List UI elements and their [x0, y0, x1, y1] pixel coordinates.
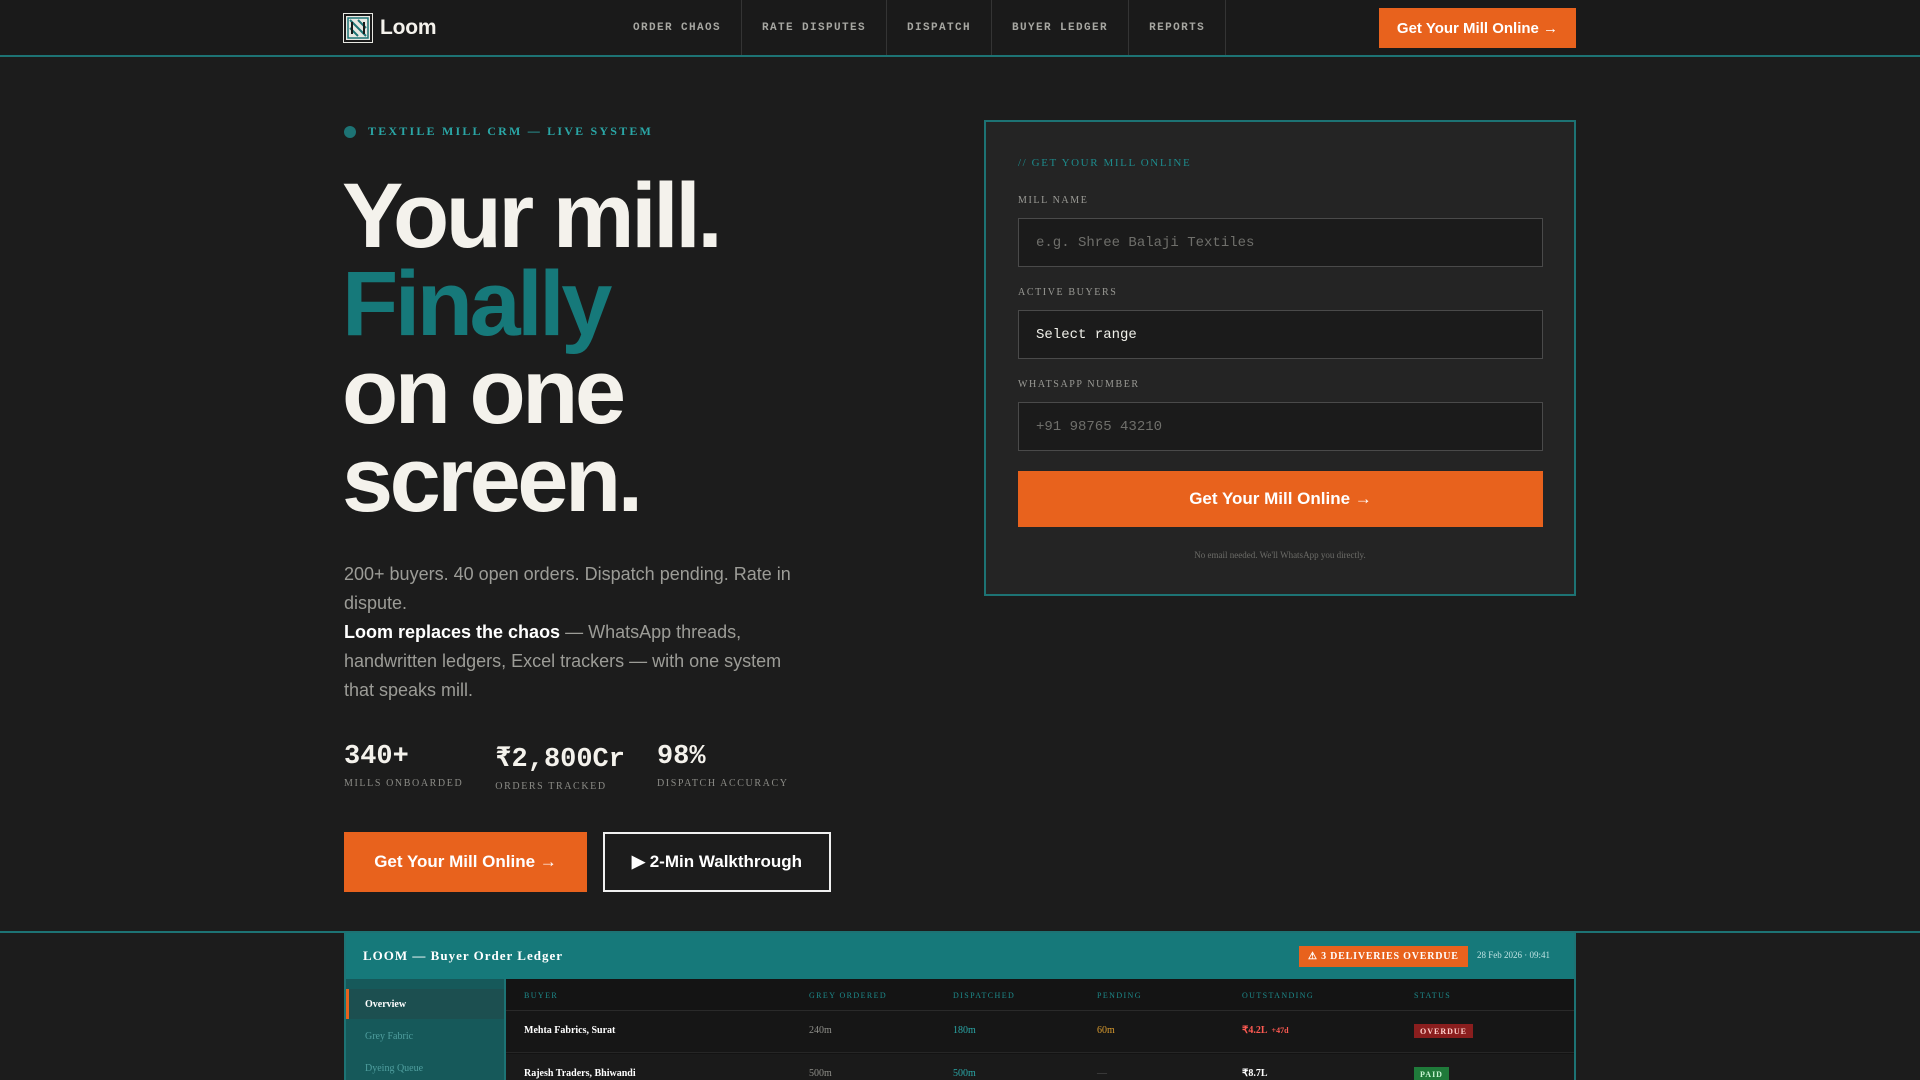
cell-pending: 60m [1097, 1025, 1115, 1036]
cell-buyer: Rajesh Traders, Bhiwandi [524, 1068, 636, 1079]
overdue-age: +47d [1271, 1026, 1289, 1035]
logo[interactable]: Loom [343, 13, 437, 43]
ledger-header: LOOM — Buyer Order Ledger ⚠ 3 DELIVERIES… [346, 933, 1574, 979]
sidebar-item-grey-fabric[interactable]: Grey Fabric [346, 1021, 504, 1051]
ledger-table-header: BUYER GREY ORDERED DISPATCHED PENDING OU… [506, 979, 1574, 1011]
stat-label: ORDERS TRACKED [495, 781, 607, 792]
nav-cta-button[interactable]: Get Your Mill Online → [1379, 8, 1576, 48]
column-header-grey-ordered: GREY ORDERED [809, 991, 888, 1000]
table-row[interactable]: Rajesh Traders, Bhiwandi 500m 500m — ₹8.… [506, 1054, 1574, 1080]
ledger-timestamp: 28 Feb 2026 · 09:41 [1477, 950, 1550, 960]
stat-mills: 340+ MILLS ONBOARDED [344, 742, 463, 792]
column-header-outstanding: OUTSTANDING [1242, 991, 1315, 1000]
status-badge: PAID [1414, 1067, 1449, 1080]
loom-logo-icon [343, 13, 373, 43]
cell-outstanding: ₹8.7L [1242, 1068, 1268, 1079]
ledger-title: LOOM — Buyer Order Ledger [363, 948, 563, 963]
headline-accent: Finally [342, 253, 612, 355]
nav-links: ORDER CHAOS RATE DISPUTES DISPATCH BUYER… [613, 0, 1227, 55]
active-buyers-label: ACTIVE BUYERS [1018, 287, 1118, 298]
column-header-pending: PENDING [1097, 991, 1142, 1000]
column-header-buyer: BUYER [524, 991, 559, 1000]
signup-form: // GET YOUR MILL ONLINE MILL NAME ACTIVE… [984, 120, 1576, 596]
mill-name-label: MILL NAME [1018, 195, 1089, 206]
live-dot-icon [344, 125, 356, 138]
stat-label: DISPATCH ACCURACY [656, 778, 789, 789]
stat-accuracy: 98% DISPATCH ACCURACY [657, 742, 789, 792]
stat-value: ₹2,800Cr [495, 745, 625, 775]
walkthrough-button[interactable]: ▶ 2-Min Walkthrough [603, 832, 831, 892]
nav-link-buyer-ledger[interactable]: BUYER LEDGER [992, 0, 1130, 55]
active-buyers-select[interactable]: Select range [1018, 310, 1543, 359]
headline-line-4: screen. [342, 429, 643, 531]
hero-subtext: 200+ buyers. 40 open orders. Dispatch pe… [344, 560, 814, 705]
mill-name-input[interactable] [1018, 218, 1543, 267]
stat-label: MILLS ONBOARDED [344, 778, 464, 789]
whatsapp-input[interactable] [1018, 402, 1543, 451]
nav-link-dispatch[interactable]: DISPATCH [887, 0, 993, 55]
column-header-dispatched: DISPATCHED [953, 991, 1016, 1000]
nav-link-reports[interactable]: REPORTS [1129, 0, 1227, 55]
ledger-sidebar: Overview Grey Fabric Dyeing Queue [346, 979, 506, 1080]
column-header-status: STATUS [1414, 991, 1452, 1000]
hero-headline: Your mill. Finally on one screen. [342, 165, 723, 531]
subtext-intro: 200+ buyers. 40 open orders. Dispatch pe… [344, 564, 791, 613]
stat-value: 98% [656, 742, 706, 772]
sidebar-item-overview[interactable]: Overview [346, 989, 504, 1019]
subtext-strong: Loom replaces the chaos [344, 622, 561, 642]
ledger-preview: LOOM — Buyer Order Ledger ⚠ 3 DELIVERIES… [344, 933, 1576, 1080]
whatsapp-label: WHATSAPP NUMBER [1018, 379, 1140, 390]
hero-eyebrow: TEXTILE MILL CRM — LIVE SYSTEM [344, 124, 653, 139]
logo-text: Loom [380, 16, 437, 39]
cell-grey-ordered: 240m [809, 1025, 832, 1036]
stats-row: 340+ MILLS ONBOARDED ₹2,800Cr ORDERS TRA… [344, 742, 789, 792]
cell-grey-ordered: 500m [809, 1068, 832, 1079]
cell-pending: — [1097, 1068, 1107, 1079]
status-badge: OVERDUE [1414, 1024, 1474, 1038]
top-nav: Loom ORDER CHAOS RATE DISPUTES DISPATCH … [0, 0, 1920, 57]
headline-line-1: Your mill. [342, 165, 723, 267]
stat-orders: ₹2,800Cr ORDERS TRACKED [495, 742, 625, 792]
form-eyebrow: // GET YOUR MILL ONLINE [1018, 157, 1192, 169]
hero-primary-cta-button[interactable]: Get Your Mill Online → [344, 832, 587, 892]
headline-line-3: on one [342, 341, 626, 443]
nav-link-order-chaos[interactable]: ORDER CHAOS [613, 0, 743, 55]
cell-dispatched: 500m [953, 1068, 976, 1079]
overdue-alert-badge[interactable]: ⚠ 3 DELIVERIES OVERDUE [1299, 946, 1468, 967]
cell-outstanding: ₹4.2L +47d [1242, 1025, 1289, 1036]
cell-buyer: Mehta Fabrics, Surat [524, 1025, 616, 1036]
cell-dispatched: 180m [953, 1025, 976, 1036]
table-row[interactable]: Mehta Fabrics, Surat 240m 180m 60m ₹4.2L… [506, 1011, 1574, 1053]
eyebrow-text: TEXTILE MILL CRM — LIVE SYSTEM [368, 124, 654, 138]
outstanding-amount: ₹4.2L [1242, 1025, 1268, 1036]
nav-link-rate-disputes[interactable]: RATE DISPUTES [742, 0, 888, 55]
form-submit-button[interactable]: Get Your Mill Online → [1018, 471, 1543, 527]
form-note: No email needed. We'll WhatsApp you dire… [1194, 550, 1366, 560]
sidebar-item-dyeing-queue[interactable]: Dyeing Queue [346, 1053, 504, 1080]
outstanding-amount: ₹8.7L [1242, 1068, 1268, 1079]
stat-value: 340+ [344, 742, 409, 772]
